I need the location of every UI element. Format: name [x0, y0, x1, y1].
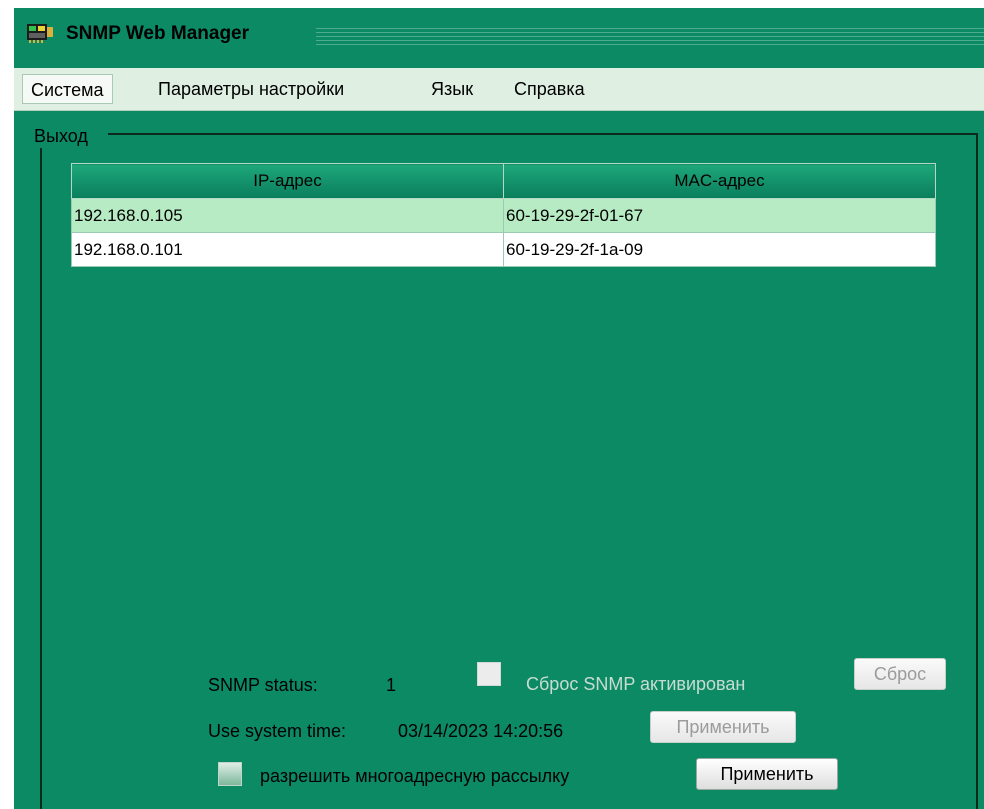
menu-item-language[interactable]: Язык [423, 74, 481, 104]
menu-item-system[interactable]: Система [22, 74, 113, 104]
reset-button[interactable]: Сброс [854, 658, 946, 690]
title-bar-stripes [316, 28, 984, 48]
column-header-ip[interactable]: IP-адрес [71, 163, 504, 199]
address-table: IP-адрес MAC-адрес 192.168.0.105 60-19-2… [71, 163, 936, 267]
menu-item-settings[interactable]: Параметры настройки [150, 74, 352, 104]
group-box-label: Выход [26, 124, 108, 148]
system-time-value: 03/14/2023 14:20:56 [398, 721, 564, 741]
snmp-status-value: 1 [386, 675, 397, 695]
snmp-status-label: SNMP status: [208, 675, 318, 695]
table-row[interactable]: 192.168.0.105 60-19-29-2f-01-67 [71, 198, 936, 233]
table-header-row: IP-адрес MAC-адрес [71, 163, 936, 199]
system-time-label: Use system time: [208, 721, 347, 741]
multicast-label: разрешить многоадресную рассылку [260, 766, 570, 786]
snmp-reset-checkbox[interactable] [477, 662, 501, 686]
snmp-reset-checkbox-label: Сброс SNMP активирован [526, 674, 746, 694]
menu-bar: Система Параметры настройки Язык Справка [14, 68, 984, 111]
table-row[interactable]: 192.168.0.101 60-19-29-2f-1a-09 [71, 232, 936, 267]
mac-cell: 60-19-29-2f-1a-09 [503, 232, 936, 267]
column-header-mac[interactable]: MAC-адрес [503, 163, 936, 199]
multicast-checkbox[interactable] [218, 762, 242, 786]
title-bar[interactable]: SNMP Web Manager [14, 8, 984, 64]
window-title: SNMP Web Manager [66, 23, 250, 44]
apply-multicast-button[interactable]: Применить [696, 758, 838, 790]
app-root: SNMP Web Manager Система Параметры настр… [0, 0, 984, 809]
ip-cell: 192.168.0.105 [71, 198, 504, 233]
network-card-icon [27, 24, 53, 43]
main-window: SNMP Web Manager Система Параметры настр… [14, 8, 984, 809]
apply-time-button[interactable]: Применить [650, 711, 796, 743]
mac-cell: 60-19-29-2f-01-67 [503, 198, 936, 233]
ip-cell: 192.168.0.101 [71, 232, 504, 267]
menu-item-help[interactable]: Справка [506, 74, 593, 104]
